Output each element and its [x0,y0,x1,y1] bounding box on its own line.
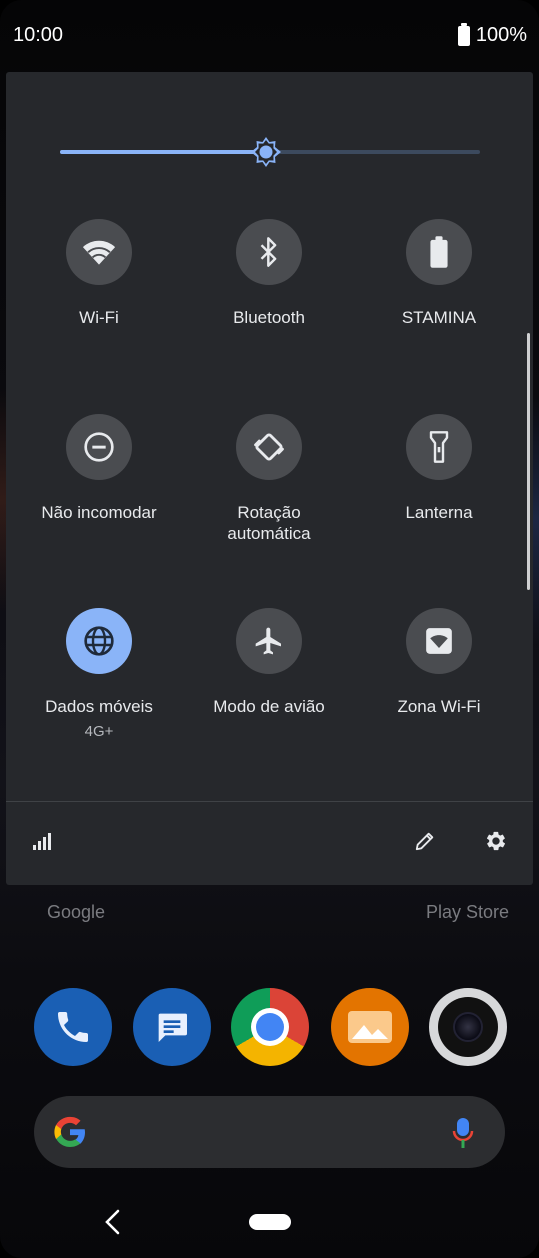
home-pill[interactable] [249,1214,291,1230]
chrome-app[interactable] [231,988,309,1066]
home-label-play-store[interactable]: Play Store [426,902,509,923]
tile-mobile-data[interactable]: Dados móveis 4G+ [14,608,184,740]
tile-dnd-button[interactable] [66,414,132,480]
dock [0,988,539,1068]
tile-airplane-button[interactable] [236,608,302,674]
home-label-google[interactable]: Google [47,902,105,923]
tile-stamina-button[interactable] [406,219,472,285]
mic-icon[interactable] [451,1116,475,1150]
flashlight-icon [429,431,449,463]
camera-app[interactable] [429,988,507,1066]
clock: 10:00 [13,24,64,46]
tile-rotate-button[interactable] [236,414,302,480]
tile-airplane-mode[interactable]: Modo de avião [184,608,354,717]
battery-percent: 100% [475,24,527,46]
tile-wifi[interactable]: Wi-Fi [14,219,184,328]
tile-mobile-data-button[interactable] [66,608,132,674]
wifi-icon [82,240,116,265]
back-icon[interactable] [102,1208,124,1236]
settings-button[interactable] [484,829,508,853]
airplane-icon [255,627,281,655]
scrollbar[interactable] [527,333,530,590]
status-right: 100% [457,22,527,47]
messages-icon [158,1013,187,1042]
tile-stamina-label: STAMINA [401,308,477,327]
hotspot-icon [426,628,452,654]
globe-icon [84,626,114,656]
tile-flashlight-button[interactable] [406,414,472,480]
google-search-bar[interactable] [34,1096,505,1168]
brightness-thumb-icon[interactable] [250,136,282,168]
pencil-icon [415,832,434,851]
tile-mobile-data-sublabel: 4G+ [84,723,114,740]
tile-bluetooth-label: Bluetooth [233,308,305,327]
battery-icon [430,236,448,268]
gear-icon [486,831,506,851]
signal-indicator [30,829,54,853]
edit-button[interactable] [413,829,437,853]
auto-rotate-icon [254,433,284,461]
tile-hotspot-button[interactable] [406,608,472,674]
panel-divider [6,801,533,802]
camera-icon [438,997,498,1057]
quick-settings-panel: Wi-Fi Bluetooth STAMINA Não incomodar Ro… [6,72,533,885]
chrome-icon [251,1008,289,1046]
phone-screen: 10:00 100% Google Play Store Wi-Fi Bluet… [0,0,539,1258]
gallery-app[interactable] [331,988,409,1066]
do-not-disturb-icon [84,432,114,462]
tile-bluetooth-button[interactable] [236,219,302,285]
tile-dnd-label: Não incomodar [41,503,157,522]
tile-wifi-button[interactable] [66,219,132,285]
tile-bluetooth[interactable]: Bluetooth [184,219,354,328]
phone-app[interactable] [34,988,112,1066]
tile-rotate-label: Rotação automática [227,503,311,543]
tile-airplane-label: Modo de avião [213,697,325,716]
gallery-icon [348,1011,392,1043]
tile-stamina[interactable]: STAMINA [354,219,524,328]
battery-icon [457,22,470,46]
tile-flashlight-label: Lanterna [405,503,473,522]
phone-icon [58,1012,88,1042]
tile-wifi-label: Wi-Fi [79,308,119,327]
tile-auto-rotate[interactable]: Rotação automática [184,414,354,544]
tile-do-not-disturb[interactable]: Não incomodar [14,414,184,523]
status-bar: 10:00 100% [0,0,539,72]
tile-hotspot[interactable]: Zona Wi-Fi [354,608,524,717]
brightness-fill [60,150,266,154]
tile-hotspot-label: Zona Wi-Fi [397,697,481,716]
google-g-icon [54,1116,85,1147]
messages-app[interactable] [133,988,211,1066]
brightness-slider[interactable] [60,137,480,167]
tile-flashlight[interactable]: Lanterna [354,414,524,523]
signal-icon [33,833,51,850]
tile-mobile-data-label: Dados móveis [45,697,153,716]
bluetooth-icon [260,237,277,267]
